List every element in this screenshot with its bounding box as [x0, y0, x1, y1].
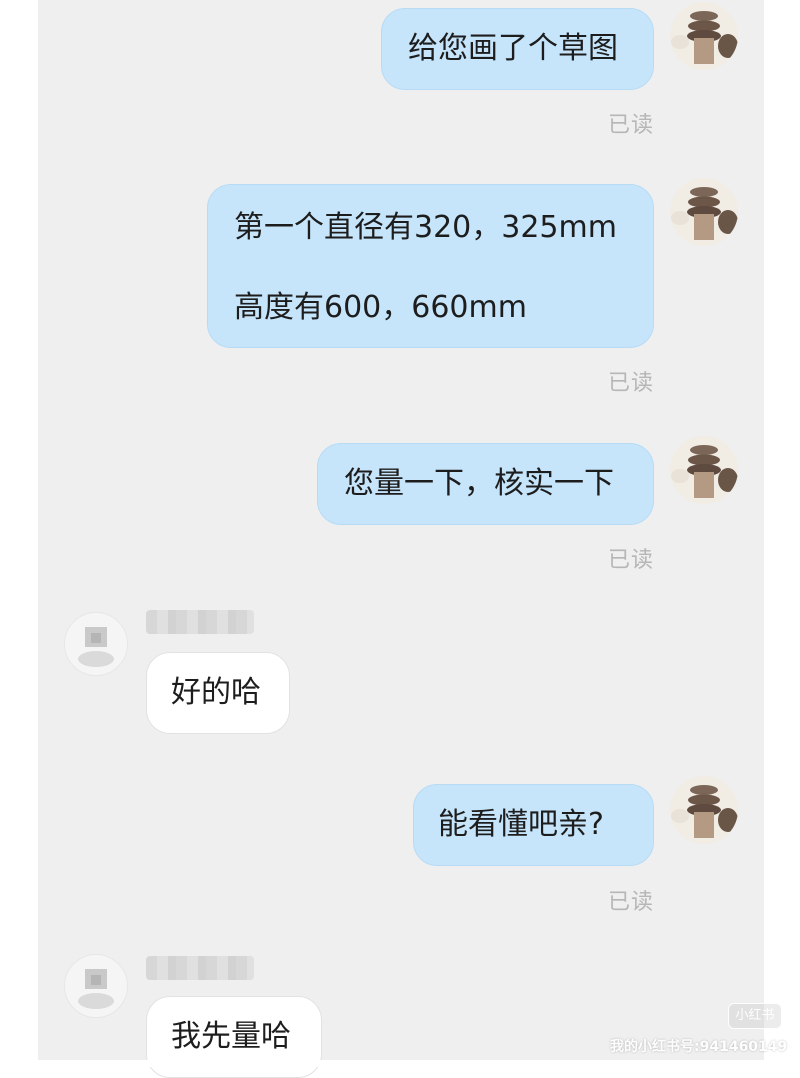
my-avatar-icon[interactable] — [670, 776, 738, 844]
message-bubble-incoming[interactable]: 好的哈 — [146, 652, 290, 734]
message-bubble-outgoing[interactable]: 您量一下，核实一下 — [317, 443, 654, 525]
watermark-text: 我的小红书号:941460149 — [610, 1039, 788, 1055]
message-bubble-outgoing[interactable]: 第一个直径有320，325mm 高度有600，660mm — [207, 184, 654, 348]
my-avatar-icon[interactable] — [670, 178, 738, 246]
read-receipt: 已读 — [608, 371, 655, 396]
contact-name-blurred — [146, 610, 254, 634]
contact-avatar-icon[interactable] — [64, 612, 128, 676]
my-avatar-icon[interactable] — [670, 2, 738, 70]
watermark-logo: 小红书 — [728, 1003, 782, 1029]
read-receipt: 已读 — [608, 890, 655, 915]
message-text-line: 第一个直径有320，325mm — [234, 210, 617, 245]
message-bubble-outgoing[interactable]: 能看懂吧亲? — [413, 784, 654, 866]
pottery-planters-icon — [670, 436, 738, 504]
read-receipt: 已读 — [608, 113, 655, 138]
pottery-planters-icon — [670, 776, 738, 844]
blurred-avatar-icon — [65, 613, 127, 675]
read-receipt: 已读 — [608, 548, 655, 573]
message-bubble-outgoing[interactable]: 给您画了个草图 — [381, 8, 654, 90]
message-text: 我先量哈 — [171, 1019, 291, 1054]
blurred-avatar-icon — [65, 955, 127, 1017]
my-avatar-icon[interactable] — [670, 436, 738, 504]
message-text: 您量一下，核实一下 — [344, 466, 614, 501]
message-text: 能看懂吧亲? — [438, 807, 604, 842]
message-text: 给您画了个草图 — [408, 31, 618, 66]
pottery-planters-icon — [670, 178, 738, 246]
contact-name-blurred — [146, 956, 254, 980]
pottery-planters-icon — [670, 2, 738, 70]
bottom-edge — [38, 1060, 764, 1067]
contact-avatar-icon[interactable] — [64, 954, 128, 1018]
chat-thread[interactable] — [38, 0, 764, 1067]
message-text-line: 高度有600，660mm — [234, 290, 527, 325]
message-text: 好的哈 — [171, 675, 261, 710]
